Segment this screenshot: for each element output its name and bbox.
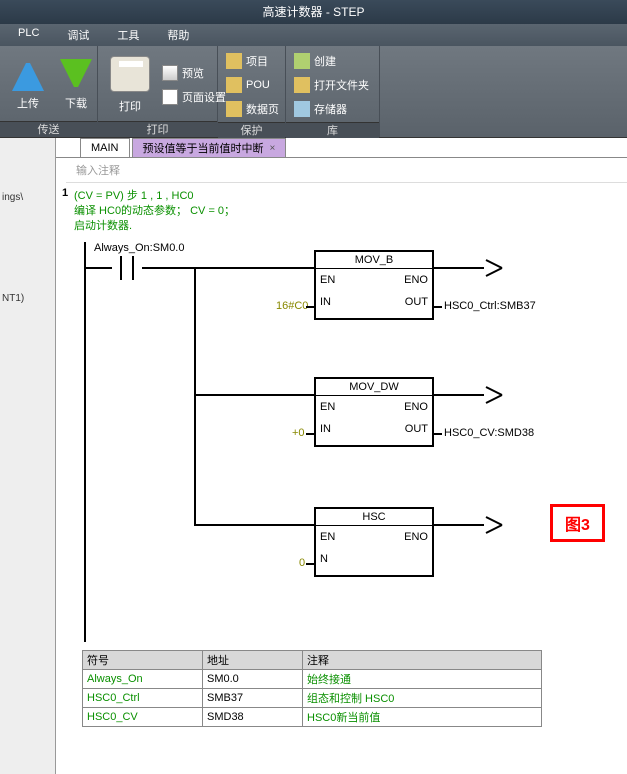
ribbon-group-protect: 保护 [218,122,285,138]
instruction-mov-dw[interactable]: MOV_DW ENENO INOUT [314,377,434,447]
symtable-h3: 注释 [303,651,542,670]
ribbon: 上传 下载 传送 打印 预览 页面设置 打印 项目 POU [0,46,627,138]
eno-terminator-2 [482,383,506,407]
printer-icon [110,56,150,92]
network-comment: (CV = PV) 步 1 , 1 , HC0 编译 HC0的动态参数； CV … [74,189,617,234]
project-button[interactable]: 项目 [226,50,279,72]
instruction-mov-b[interactable]: MOV_B ENENO INOUT [314,250,434,320]
table-row[interactable]: Always_OnSM0.0始终接通 [83,670,542,689]
storage-button[interactable]: 存储器 [294,98,369,120]
left-panel-stub: ings\ NT1) [0,138,56,774]
eno-terminator-3 [482,513,506,537]
create-button[interactable]: 创建 [294,50,369,72]
eno-terminator-1 [482,256,506,280]
datapage-icon [226,101,242,117]
title-bar: 高速计数器 - STEP [0,0,627,24]
network-number: 1 [56,183,74,737]
comment-input[interactable]: 输入注释 [66,158,627,183]
create-icon [294,53,310,69]
preview-icon [162,65,178,81]
editor-area: MAIN 预设值等于当前值时中断× 输入注释 1 (CV = PV) 步 1 ,… [56,138,627,774]
openfolder-button[interactable]: 打开文件夹 [294,74,369,96]
annotation-figure-3: 图3 [550,504,605,542]
network-1: 1 (CV = PV) 步 1 , 1 , HC0 编译 HC0的动态参数； C… [56,183,627,737]
ribbon-group-print: 打印 [98,121,217,137]
download-button[interactable]: 下载 [52,48,100,121]
preview-button[interactable]: 预览 [162,62,226,84]
instruction-hsc[interactable]: HSC ENENO N [314,507,434,577]
pou-button[interactable]: POU [226,74,279,96]
pin-in-1: 16#C0 [276,300,308,312]
pagesetup-icon [162,89,178,105]
ribbon-group-library: 库 [286,122,379,138]
table-row[interactable]: HSC0_CtrlSMB37组态和控制 HSC0 [83,689,542,708]
print-button[interactable]: 打印 [102,48,158,121]
pin-out-2: HSC0_CV:SMD38 [444,427,534,439]
storage-icon [294,101,310,117]
pin-in-2: +0 [292,427,305,439]
symtable-h1: 符号 [83,651,203,670]
tab-main[interactable]: MAIN [80,138,130,157]
menu-tools[interactable]: 工具 [103,24,153,46]
symtable-h2: 地址 [203,651,303,670]
close-icon[interactable]: × [270,143,276,154]
contact-always-on[interactable] [112,256,142,280]
symbol-table: 符号 地址 注释 Always_OnSM0.0始终接通 HSC0_CtrlSMB… [82,650,542,727]
pin-out-1: HSC0_Ctrl:SMB37 [444,300,536,312]
ribbon-group-transfer: 传送 [0,121,97,137]
pou-icon [226,77,242,93]
menu-plc[interactable]: PLC [4,24,53,46]
project-icon [226,53,242,69]
menu-bar: PLC 调试 工具 帮助 [0,24,627,46]
menu-help[interactable]: 帮助 [153,24,203,46]
tab-interrupt[interactable]: 预设值等于当前值时中断× [132,138,287,157]
menu-debug[interactable]: 调试 [53,24,103,46]
ladder-diagram[interactable]: Always_On:SM0.0 MOV_B ENENO INOUT 16#C0 … [74,242,617,642]
pin-n: 0 [299,557,305,569]
folder-icon [294,77,310,93]
pagesetup-button[interactable]: 页面设置 [162,86,226,108]
contact-label: Always_On:SM0.0 [94,242,184,254]
upload-button[interactable]: 上传 [4,48,52,121]
datapage-button[interactable]: 数据页 [226,98,279,120]
table-row[interactable]: HSC0_CVSMD38HSC0新当前值 [83,708,542,727]
